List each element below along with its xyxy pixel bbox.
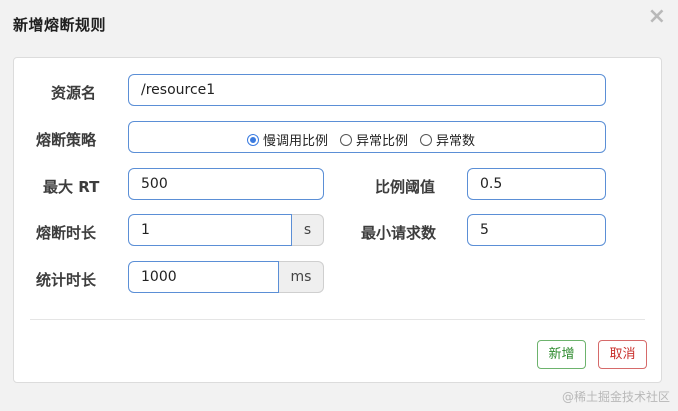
footer-divider <box>30 319 645 320</box>
strategy-option-error-ratio[interactable]: 异常比例 <box>340 130 408 149</box>
min-requests-label: 最小请求数 <box>361 224 437 242</box>
form-panel: 资源名 /resource1 熔断策略 慢调用比例 异常比例 异常数 最大 RT… <box>13 57 662 383</box>
break-duration-input[interactable]: 1 <box>128 214 292 246</box>
radio-unchecked-icon[interactable] <box>420 133 433 146</box>
radio-unchecked-icon[interactable] <box>340 133 353 146</box>
resource-label: 资源名 <box>51 84 97 102</box>
resource-input[interactable]: /resource1 <box>128 74 606 106</box>
cancel-button[interactable]: 取消 <box>598 340 647 369</box>
strategy-radio-group: 慢调用比例 异常比例 异常数 <box>128 121 606 153</box>
add-button[interactable]: 新增 <box>537 340 586 369</box>
dialog-header: 新增熔断规则 × <box>0 0 678 46</box>
close-icon[interactable]: × <box>648 6 666 28</box>
strategy-option-label: 异常数 <box>436 134 476 149</box>
stat-duration-input[interactable]: 1000 <box>128 261 279 293</box>
watermark: @稀土掘金技术社区 <box>561 390 670 404</box>
ratio-threshold-input[interactable]: 0.5 <box>467 168 606 200</box>
radio-checked-icon[interactable] <box>247 133 259 146</box>
max-rt-label: 最大 RT <box>43 178 100 196</box>
min-requests-input[interactable]: 5 <box>467 214 606 246</box>
ratio-threshold-label: 比例阈值 <box>375 178 436 196</box>
strategy-label: 熔断策略 <box>36 131 97 149</box>
strategy-option-label: 慢调用比例 <box>263 134 329 149</box>
break-duration-label: 熔断时长 <box>36 224 97 242</box>
strategy-option-label: 异常比例 <box>356 134 409 149</box>
max-rt-input[interactable]: 500 <box>128 168 324 200</box>
strategy-option-error-count[interactable]: 异常数 <box>420 130 475 149</box>
stat-duration-unit: ms <box>279 261 324 293</box>
strategy-option-slow-ratio[interactable]: 慢调用比例 <box>247 130 328 149</box>
stat-duration-label: 统计时长 <box>36 271 97 289</box>
rule-dialog: 新增熔断规则 × 资源名 /resource1 熔断策略 慢调用比例 异常比例 … <box>0 0 678 411</box>
dialog-title: 新增熔断规则 <box>13 16 107 34</box>
break-duration-unit: s <box>292 214 324 246</box>
